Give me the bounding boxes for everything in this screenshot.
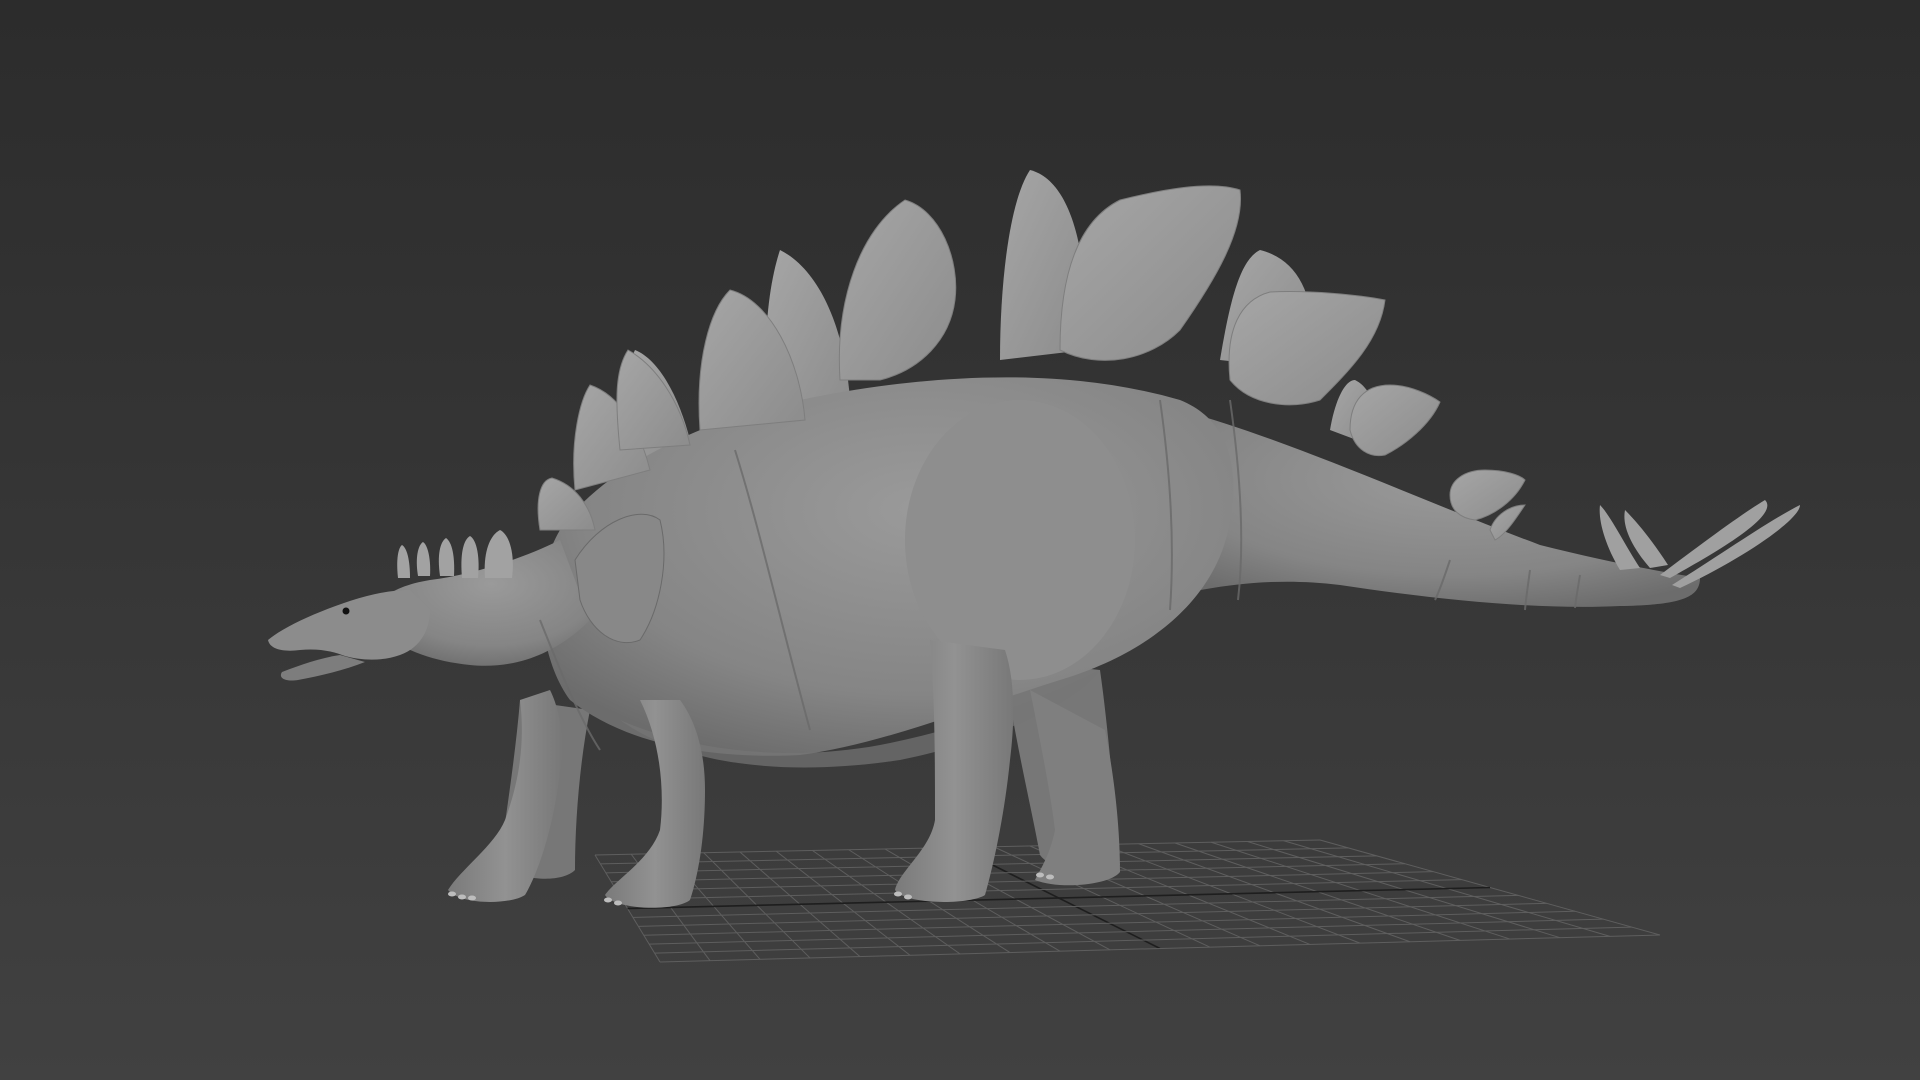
grid-line — [611, 863, 1406, 883]
3d-viewport[interactable] — [0, 0, 1920, 1080]
grid-line — [616, 871, 1434, 892]
head — [268, 590, 430, 660]
hip — [905, 400, 1135, 680]
eye — [342, 607, 350, 615]
front-leg-right — [605, 700, 705, 908]
home-grid — [594, 839, 1661, 963]
lower-jaw — [280, 655, 365, 681]
grid-line — [638, 902, 1547, 927]
grid-line — [627, 886, 1491, 910]
grid-line — [632, 894, 1519, 918]
grid-line — [622, 879, 1462, 901]
viewport-scene[interactable] — [0, 0, 1920, 1080]
neck-plates — [397, 530, 513, 578]
tail — [1150, 410, 1700, 607]
stegosaurus-model[interactable] — [268, 170, 1800, 908]
